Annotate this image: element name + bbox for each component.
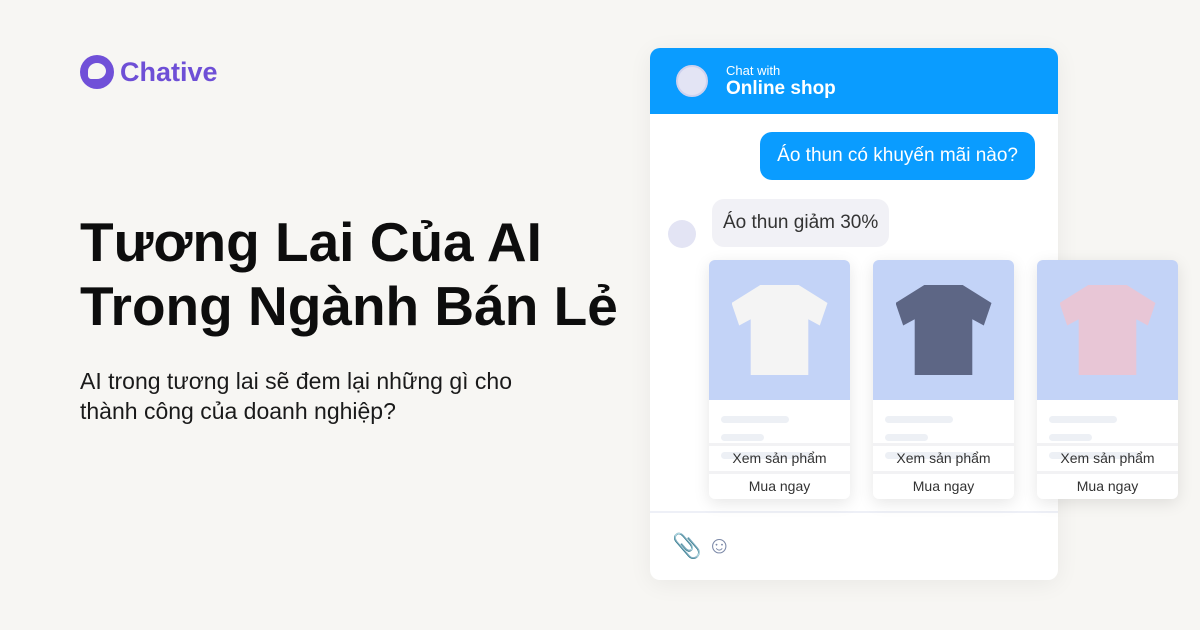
- tshirt-image: [731, 285, 828, 375]
- logo: Chative: [80, 55, 218, 89]
- buy-now-button[interactable]: Mua ngay: [709, 471, 850, 499]
- brand-name: Chative: [120, 56, 218, 87]
- placeholder-text: [709, 400, 850, 459]
- buy-now-button[interactable]: Mua ngay: [1037, 471, 1178, 499]
- page-title: Tương Lai Của AI Trong Ngành Bán Lẻ: [80, 210, 618, 338]
- chat-bubble-icon: [80, 55, 114, 89]
- user-message: Áo thun có khuyến mãi nào?: [760, 132, 1035, 180]
- tshirt-image: [1059, 285, 1156, 375]
- placeholder-text: [873, 400, 1014, 459]
- subtitle-line: thành công của doanh nghiệp?: [80, 398, 396, 424]
- chat-header: Chat with Online shop: [650, 48, 1058, 114]
- product-image: [709, 260, 850, 400]
- header-caption: Chat with: [726, 62, 781, 78]
- header-title: Online shop: [726, 77, 836, 99]
- tshirt-image: [895, 285, 992, 375]
- composer-divider: [650, 511, 1058, 513]
- title-line: Tương Lai Của AI: [80, 211, 542, 273]
- bot-message: Áo thun giảm 30%: [712, 199, 890, 247]
- smile-icon[interactable]: ☺: [707, 532, 732, 560]
- bot-avatar: [676, 65, 708, 97]
- product-image: [873, 260, 1014, 400]
- product-card: Xem sản phẩm Mua ngay: [709, 260, 850, 499]
- title-line: Trong Ngành Bán Lẻ: [80, 275, 618, 337]
- buy-now-button[interactable]: Mua ngay: [873, 471, 1014, 499]
- product-card: Xem sản phẩm Mua ngay: [873, 260, 1014, 499]
- product-card: Xem sản phẩm Mua ngay: [1037, 260, 1178, 499]
- product-carousel: Xem sản phẩm Mua ngay Xem sản phẩm Mua n…: [709, 260, 1178, 499]
- subtitle-line: AI trong tương lai sẽ đem lại những gì c…: [80, 368, 513, 394]
- product-image: [1037, 260, 1178, 400]
- bot-avatar: [668, 220, 696, 248]
- placeholder-text: [1037, 400, 1178, 459]
- paperclip-icon[interactable]: 📎: [672, 532, 702, 561]
- subtitle: AI trong tương lai sẽ đem lại những gì c…: [80, 366, 600, 426]
